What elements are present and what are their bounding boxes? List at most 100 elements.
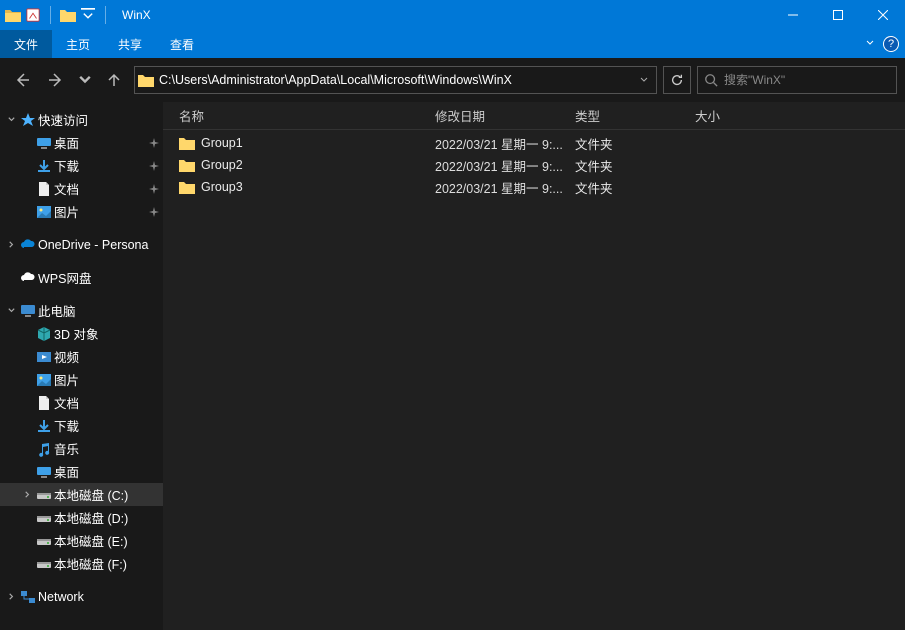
chevron-right-icon[interactable] bbox=[4, 592, 18, 601]
sidebar-quick-access[interactable]: 快速访问 bbox=[0, 108, 163, 131]
folder-icon bbox=[59, 6, 77, 24]
tab-share[interactable]: 共享 bbox=[104, 30, 156, 58]
sidebar-item-pc[interactable]: 本地磁盘 (D:) bbox=[0, 506, 163, 529]
tab-home[interactable]: 主页 bbox=[52, 30, 104, 58]
search-input[interactable] bbox=[724, 73, 890, 87]
chevron-right-icon[interactable] bbox=[4, 240, 18, 249]
chevron-down-icon[interactable] bbox=[4, 306, 18, 315]
cell-type: 文件夹 bbox=[575, 156, 695, 175]
window-title: WinX bbox=[122, 8, 151, 22]
music-icon bbox=[34, 441, 54, 457]
sidebar-item-quick[interactable]: 下载 bbox=[0, 154, 163, 177]
titlebar: WinX bbox=[0, 0, 905, 30]
pin-icon bbox=[145, 138, 163, 148]
table-row[interactable]: Group32022/03/21 星期一 9:...文件夹 bbox=[163, 176, 905, 198]
sidebar-this-pc[interactable]: 此电脑 bbox=[0, 299, 163, 322]
qat bbox=[0, 6, 116, 24]
pin-icon bbox=[145, 207, 163, 217]
cell-date: 2022/03/21 星期一 9:... bbox=[435, 156, 575, 175]
cell-name: Group3 bbox=[201, 180, 435, 194]
sidebar-item-label: 下载 bbox=[54, 416, 163, 435]
back-button[interactable] bbox=[8, 66, 36, 94]
drive-icon bbox=[34, 533, 54, 549]
chevron-down-icon[interactable] bbox=[4, 115, 18, 124]
sidebar-item-quick[interactable]: 桌面 bbox=[0, 131, 163, 154]
drive-icon bbox=[34, 510, 54, 526]
search-icon bbox=[704, 73, 718, 87]
table-row[interactable]: Group22022/03/21 星期一 9:...文件夹 bbox=[163, 154, 905, 176]
navbar bbox=[0, 58, 905, 102]
up-button[interactable] bbox=[100, 66, 128, 94]
sidebar-item-label: OneDrive - Persona bbox=[38, 238, 163, 252]
sidebar-item-pc[interactable]: 3D 对象 bbox=[0, 322, 163, 345]
sidebar[interactable]: 快速访问 桌面下载文档图片 OneDrive - Persona WPS网盘 此… bbox=[0, 102, 163, 630]
sidebar-item-pc[interactable]: 本地磁盘 (F:) bbox=[0, 552, 163, 575]
sidebar-wps[interactable]: WPS网盘 bbox=[0, 266, 163, 289]
qat-dropdown-icon[interactable] bbox=[79, 6, 97, 24]
content-area: 名称 修改日期 类型 大小 Group12022/03/21 星期一 9:...… bbox=[163, 102, 905, 630]
address-dropdown-icon[interactable] bbox=[632, 67, 656, 93]
cell-date: 2022/03/21 星期一 9:... bbox=[435, 134, 575, 153]
minimize-button[interactable] bbox=[770, 0, 815, 30]
forward-button[interactable] bbox=[42, 66, 70, 94]
network-icon bbox=[18, 589, 38, 605]
sidebar-item-pc[interactable]: 音乐 bbox=[0, 437, 163, 460]
sidebar-item-pc[interactable]: 本地磁盘 (E:) bbox=[0, 529, 163, 552]
recent-dropdown-icon[interactable] bbox=[76, 66, 94, 94]
star-icon bbox=[18, 112, 38, 128]
document-icon bbox=[34, 181, 54, 197]
address-bar[interactable] bbox=[134, 66, 657, 94]
sidebar-item-label: 此电脑 bbox=[38, 301, 163, 320]
onedrive-icon bbox=[18, 237, 38, 253]
refresh-button[interactable] bbox=[663, 66, 691, 94]
drive-icon bbox=[34, 487, 54, 503]
expand-ribbon-icon[interactable] bbox=[865, 37, 875, 51]
pc-icon bbox=[18, 303, 38, 319]
qat-divider bbox=[50, 6, 51, 24]
sidebar-item-pc[interactable]: 下载 bbox=[0, 414, 163, 437]
sidebar-network[interactable]: Network bbox=[0, 585, 163, 608]
cell-type: 文件夹 bbox=[575, 134, 695, 153]
search-box[interactable] bbox=[697, 66, 897, 94]
column-size[interactable]: 大小 bbox=[695, 106, 775, 125]
download-icon bbox=[34, 158, 54, 174]
sidebar-item-label: 文档 bbox=[54, 393, 163, 412]
drive-icon bbox=[34, 556, 54, 572]
sidebar-item-label: 图片 bbox=[54, 370, 163, 389]
sidebar-item-label: 桌面 bbox=[54, 462, 163, 481]
sidebar-item-label: 快速访问 bbox=[38, 110, 163, 129]
sidebar-item-label: 本地磁盘 (D:) bbox=[54, 508, 163, 527]
sidebar-item-quick[interactable]: 图片 bbox=[0, 200, 163, 223]
pin-icon bbox=[145, 184, 163, 194]
file-list[interactable]: Group12022/03/21 星期一 9:...文件夹Group22022/… bbox=[163, 130, 905, 630]
sidebar-item-pc[interactable]: 文档 bbox=[0, 391, 163, 414]
address-input[interactable] bbox=[157, 73, 632, 87]
help-icon[interactable]: ? bbox=[883, 36, 899, 52]
column-date[interactable]: 修改日期 bbox=[435, 106, 575, 125]
sidebar-item-label: 音乐 bbox=[54, 439, 163, 458]
sidebar-item-label: 桌面 bbox=[54, 133, 145, 152]
column-headers[interactable]: 名称 修改日期 类型 大小 bbox=[163, 102, 905, 130]
title-divider bbox=[105, 6, 106, 24]
cell-name: Group2 bbox=[201, 158, 435, 172]
maximize-button[interactable] bbox=[815, 0, 860, 30]
sidebar-onedrive[interactable]: OneDrive - Persona bbox=[0, 233, 163, 256]
column-name[interactable]: 名称 bbox=[179, 106, 435, 125]
qat-properties-icon[interactable] bbox=[24, 6, 42, 24]
sidebar-item-quick[interactable]: 文档 bbox=[0, 177, 163, 200]
column-type[interactable]: 类型 bbox=[575, 106, 695, 125]
sidebar-item-label: 图片 bbox=[54, 202, 145, 221]
close-button[interactable] bbox=[860, 0, 905, 30]
sidebar-item-pc[interactable]: 图片 bbox=[0, 368, 163, 391]
sidebar-item-label: 本地磁盘 (F:) bbox=[54, 554, 163, 573]
sidebar-item-label: 视频 bbox=[54, 347, 163, 366]
folder-icon bbox=[4, 6, 22, 24]
tab-view[interactable]: 查看 bbox=[156, 30, 208, 58]
tab-file[interactable]: 文件 bbox=[0, 30, 52, 58]
sidebar-item-pc[interactable]: 本地磁盘 (C:) bbox=[0, 483, 163, 506]
chevron-right-icon[interactable] bbox=[20, 490, 34, 499]
sidebar-item-pc[interactable]: 桌面 bbox=[0, 460, 163, 483]
picture-icon bbox=[34, 372, 54, 388]
sidebar-item-pc[interactable]: 视频 bbox=[0, 345, 163, 368]
table-row[interactable]: Group12022/03/21 星期一 9:...文件夹 bbox=[163, 132, 905, 154]
